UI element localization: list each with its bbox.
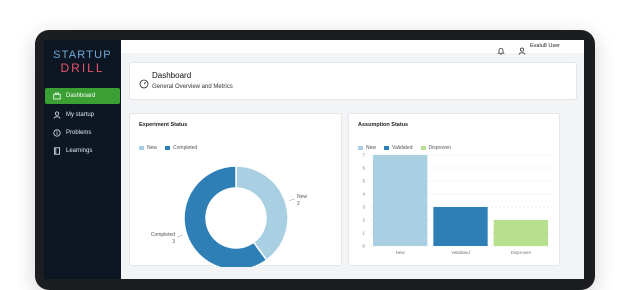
bar-new[interactable] <box>373 155 428 246</box>
slice-label: New <box>297 194 307 200</box>
y-tick-label: 3 <box>362 205 365 210</box>
assumption-status-card: Assumption Status New Validated Disprove… <box>348 113 560 266</box>
experiment-donut-chart: New2 Completed3 <box>151 165 307 267</box>
slice-value: 3 <box>172 239 175 245</box>
y-tick-label: 0 <box>362 244 365 249</box>
x-tick-label: Disproven <box>511 250 532 255</box>
sidebar-item-label: Learnings <box>66 148 93 154</box>
bar-disproven[interactable] <box>493 220 548 246</box>
sidebar-item-label: Dashboard <box>66 93 96 99</box>
y-tick-label: 6 <box>362 166 365 171</box>
y-tick-label: 5 <box>362 179 365 184</box>
sidebar-item-learnings[interactable]: Learnings <box>45 143 120 159</box>
x-tick-label: Validated <box>451 250 470 255</box>
page-subtitle: General Overview and Metrics <box>152 84 233 90</box>
info-icon <box>53 129 61 137</box>
sidebar: STARTUP DRILL Dashboard My startup Probl… <box>44 40 121 279</box>
user-name[interactable]: Evalu8 User <box>530 43 560 49</box>
sidebar-item-my-startup[interactable]: My startup <box>45 107 120 123</box>
y-tick-label: 2 <box>362 218 365 223</box>
notebook-icon <box>53 147 61 155</box>
sidebar-item-dashboard[interactable]: Dashboard <box>45 88 120 104</box>
y-tick-label: 7 <box>362 153 365 158</box>
app-screen: STARTUP DRILL Dashboard My startup Probl… <box>44 40 584 279</box>
slice-label: Completed <box>151 232 175 238</box>
brand-logo-bottom: DRILL <box>60 61 105 75</box>
assumption-bar-chart: 0 1 2 3 4 5 6 7 New Validated Disproven <box>362 153 552 255</box>
page-title: Dashboard <box>152 71 192 80</box>
bell-icon[interactable] <box>497 42 505 55</box>
dashboard-icon <box>53 92 61 100</box>
bar-validated[interactable] <box>433 207 488 246</box>
sidebar-item-label: My startup <box>66 112 95 118</box>
pie-slice-new[interactable] <box>235 165 289 262</box>
slice-leader-line <box>289 198 296 201</box>
y-tick-label: 1 <box>362 231 365 236</box>
page-header-card: Dashboard General Overview and Metrics <box>129 62 577 100</box>
brand-logo-top: STARTUP <box>53 49 112 61</box>
sidebar-item-problems[interactable]: Problems <box>45 125 120 141</box>
slice-value: 2 <box>297 201 300 207</box>
sidebar-item-label: Problems <box>66 130 92 136</box>
top-bar: Evalu8 User <box>121 40 584 55</box>
gauge-icon <box>139 76 149 89</box>
slice-leader-line <box>176 235 183 238</box>
y-tick-label: 4 <box>362 192 365 197</box>
user-icon <box>53 111 61 119</box>
experiment-status-card: Experiment Status New Completed New 2 Comp… <box>129 113 342 267</box>
user-icon[interactable] <box>518 42 526 55</box>
x-tick-label: New <box>396 250 406 255</box>
